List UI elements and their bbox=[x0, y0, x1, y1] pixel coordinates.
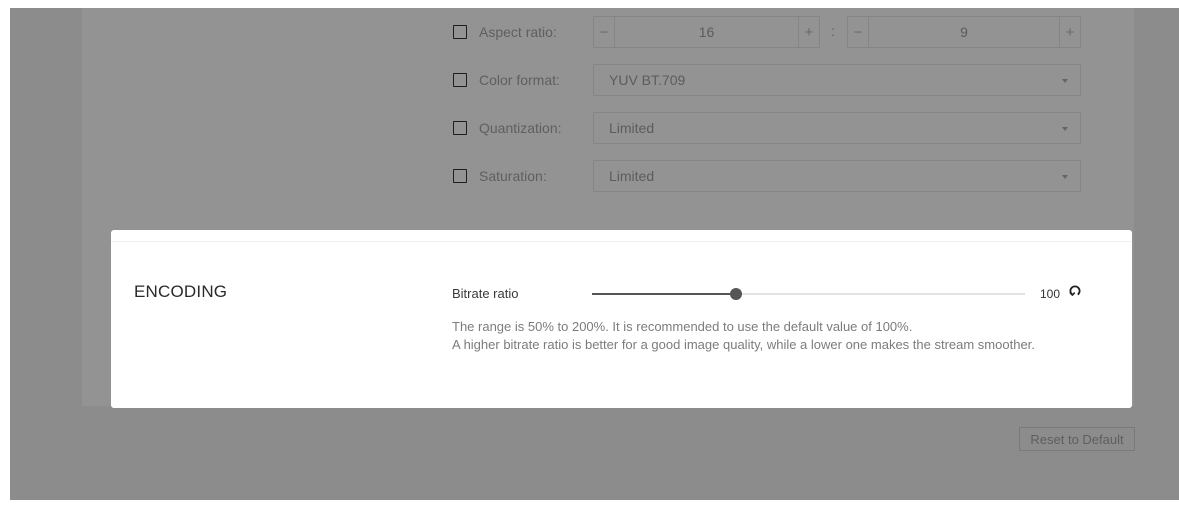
slider-handle[interactable] bbox=[730, 288, 743, 300]
color-format-value: YUV BT.709 bbox=[609, 72, 686, 88]
reset-to-default-button[interactable]: Reset to Default bbox=[1019, 427, 1135, 451]
aspect-ratio-row: Aspect ratio: bbox=[453, 15, 590, 49]
quantization-checkbox[interactable] bbox=[453, 121, 467, 135]
reset-icon[interactable] bbox=[1067, 283, 1083, 299]
quantization-select[interactable]: Limited bbox=[593, 112, 1081, 144]
saturation-value: Limited bbox=[609, 168, 655, 184]
aspect-height-input[interactable]: 9 bbox=[868, 17, 1060, 47]
aspect-width-plus-button[interactable]: + bbox=[799, 24, 819, 41]
quantization-value: Limited bbox=[609, 120, 655, 136]
aspect-width-stepper: − 16 + bbox=[593, 16, 820, 48]
color-format-label: Color format: bbox=[479, 72, 560, 88]
bitrate-ratio-slider[interactable] bbox=[592, 288, 1025, 300]
chevron-down-icon bbox=[1062, 79, 1068, 83]
quantization-label: Quantization: bbox=[479, 120, 562, 136]
bitrate-ratio-value: 100 bbox=[1040, 287, 1061, 301]
color-format-row: Color format: bbox=[453, 63, 590, 97]
aspect-width-minus-button[interactable]: − bbox=[594, 24, 614, 41]
aspect-height-plus-button[interactable]: + bbox=[1060, 24, 1080, 41]
quantization-row: Quantization: bbox=[453, 111, 590, 145]
saturation-checkbox[interactable] bbox=[453, 169, 467, 183]
description-line-1: The range is 50% to 200%. It is recommen… bbox=[452, 319, 913, 334]
chevron-down-icon bbox=[1062, 127, 1068, 131]
saturation-label: Saturation: bbox=[479, 168, 547, 184]
aspect-height-stepper: − 9 + bbox=[847, 16, 1081, 48]
description-line-2: A higher bitrate ratio is better for a g… bbox=[452, 337, 1035, 352]
color-format-select[interactable]: YUV BT.709 bbox=[593, 64, 1081, 96]
slider-fill bbox=[592, 293, 737, 295]
aspect-height-minus-button[interactable]: − bbox=[848, 24, 868, 41]
bitrate-ratio-label: Bitrate ratio bbox=[452, 286, 519, 301]
encoding-section: ENCODING Bitrate ratio 100 The range is … bbox=[111, 230, 1132, 408]
divider bbox=[111, 241, 1132, 242]
aspect-ratio-label: Aspect ratio: bbox=[479, 24, 557, 40]
section-title: ENCODING bbox=[134, 282, 228, 301]
aspect-ratio-checkbox[interactable] bbox=[453, 25, 467, 39]
aspect-width-input[interactable]: 16 bbox=[614, 17, 799, 47]
aspect-separator: : bbox=[831, 23, 835, 39]
chevron-down-icon bbox=[1062, 175, 1068, 179]
saturation-row: Saturation: bbox=[453, 159, 590, 193]
color-format-checkbox[interactable] bbox=[453, 73, 467, 87]
saturation-select[interactable]: Limited bbox=[593, 160, 1081, 192]
